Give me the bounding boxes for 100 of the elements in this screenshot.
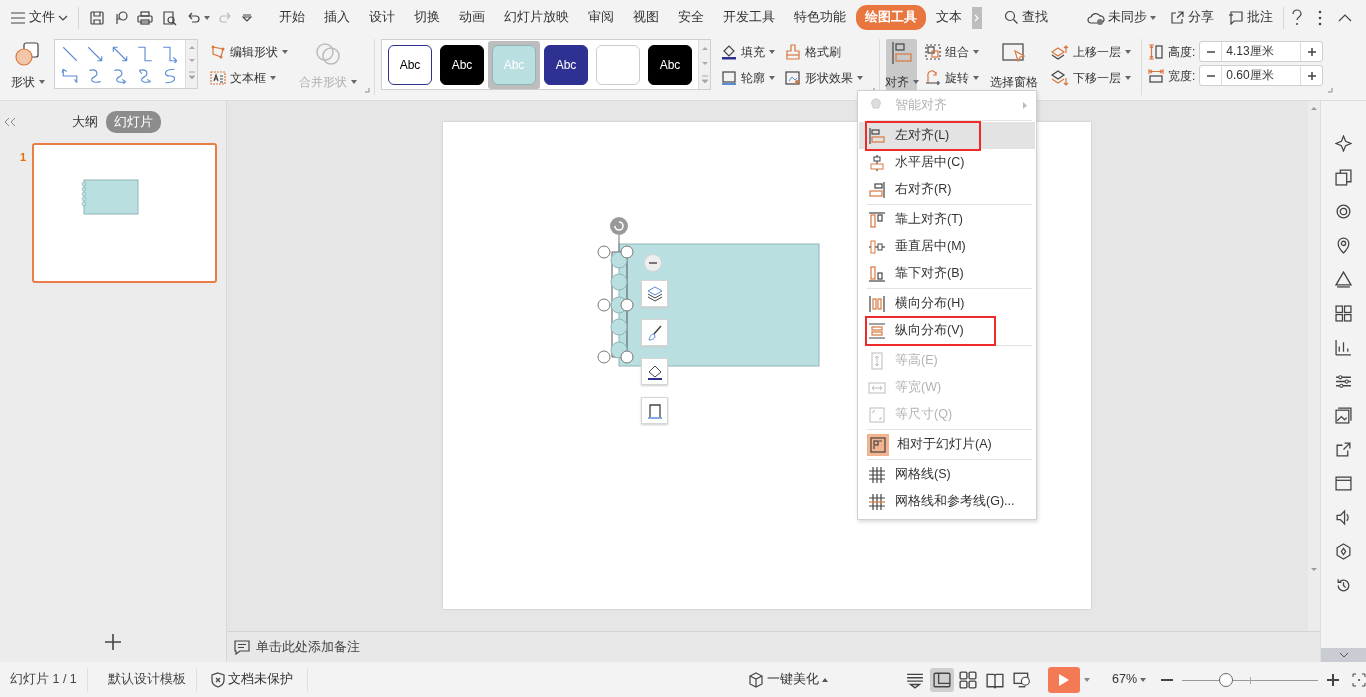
ring-icon[interactable] bbox=[1335, 203, 1352, 220]
menu-item[interactable]: 纵向分布(V) bbox=[859, 317, 1035, 344]
vertical-scrollbar[interactable] bbox=[1308, 101, 1320, 631]
elbow-connector-icon[interactable] bbox=[136, 45, 155, 63]
speaker-icon[interactable] bbox=[1335, 509, 1352, 526]
shapes-button[interactable]: 形状 bbox=[6, 39, 50, 93]
ribbon-tab[interactable]: 切换 bbox=[405, 5, 449, 30]
copy-icon[interactable] bbox=[1335, 169, 1352, 186]
edit-shape-button[interactable]: 编辑形状 bbox=[208, 41, 290, 63]
shape-style-swatch[interactable]: Abc bbox=[440, 44, 484, 85]
arrow-icon[interactable] bbox=[85, 45, 104, 63]
sparkle-icon[interactable] bbox=[1335, 135, 1352, 152]
resize-handle[interactable] bbox=[597, 245, 611, 259]
resize-handle[interactable] bbox=[620, 350, 634, 364]
circle-shape[interactable] bbox=[610, 318, 628, 336]
history-icon[interactable] bbox=[1335, 577, 1352, 594]
notes-hint[interactable]: 单击此处添加备注 bbox=[256, 637, 360, 657]
resize-handle[interactable] bbox=[597, 350, 611, 364]
rotate-button[interactable]: 旋转 bbox=[923, 67, 981, 89]
align-button[interactable]: 对齐 bbox=[886, 39, 917, 93]
menu-item[interactable]: 网格线和参考线(G)... bbox=[859, 488, 1035, 515]
zoom-slider[interactable] bbox=[1181, 672, 1319, 687]
menu-item[interactable]: 相对于幻灯片(A) bbox=[859, 431, 1035, 458]
menu-item[interactable]: 靠下对齐(B) bbox=[859, 260, 1035, 287]
collapse-icon[interactable] bbox=[1338, 13, 1352, 22]
add-slide-icon[interactable] bbox=[104, 633, 122, 651]
menu-item[interactable]: 右对齐(R) bbox=[859, 176, 1035, 203]
share-icon[interactable] bbox=[1335, 441, 1352, 458]
help-icon[interactable] bbox=[1290, 8, 1304, 27]
outline-button[interactable] bbox=[641, 397, 668, 424]
share-button[interactable]: 分享 bbox=[1166, 6, 1218, 29]
double-arrow-icon[interactable] bbox=[111, 45, 129, 63]
hexagon-icon[interactable] bbox=[1335, 543, 1352, 560]
format-painter-button[interactable]: 格式刷 bbox=[783, 41, 865, 63]
image-icon[interactable] bbox=[1335, 407, 1352, 424]
slideshow-button[interactable] bbox=[1048, 666, 1081, 693]
ribbon-tab[interactable]: 开发工具 bbox=[714, 5, 784, 30]
bring-forward-button[interactable]: 上移一层 bbox=[1049, 41, 1133, 63]
ribbon-tab[interactable]: 插入 bbox=[315, 5, 359, 30]
panel-icon[interactable] bbox=[1335, 475, 1352, 492]
beautify-button[interactable]: 一键美化 bbox=[744, 668, 833, 691]
resize-handle[interactable] bbox=[597, 298, 611, 312]
menu-item[interactable]: 左对齐(L) bbox=[859, 122, 1035, 149]
more-icon[interactable] bbox=[1318, 9, 1322, 26]
shape-style-swatch[interactable]: Abc bbox=[388, 44, 432, 85]
fill-button[interactable] bbox=[641, 358, 668, 385]
template-name[interactable]: 默认设计模板 bbox=[107, 670, 186, 689]
sliders-icon[interactable] bbox=[1335, 373, 1352, 390]
menu-item[interactable]: 靠上对齐(T) bbox=[859, 206, 1035, 233]
ribbon-tab[interactable]: 视图 bbox=[624, 5, 668, 30]
slide-thumbnail[interactable] bbox=[32, 143, 218, 283]
triangle-icon[interactable] bbox=[1335, 271, 1352, 288]
height-spinner[interactable]: 4.13厘米 bbox=[1199, 41, 1324, 62]
comments-button[interactable]: 批注 bbox=[1224, 6, 1277, 29]
curved-arrow-icon[interactable] bbox=[111, 67, 129, 85]
ribbon-tab[interactable]: 文本 bbox=[927, 5, 971, 30]
ribbon-tab[interactable]: 设计 bbox=[360, 5, 404, 30]
line-icon[interactable] bbox=[60, 45, 79, 63]
shape-style-swatch[interactable]: Abc bbox=[544, 44, 588, 85]
search-button[interactable]: 查找 bbox=[1000, 6, 1052, 29]
layers-button[interactable] bbox=[641, 280, 668, 307]
outline-button[interactable]: 轮廓 bbox=[719, 67, 777, 89]
fill-button[interactable]: 填充 bbox=[719, 41, 777, 63]
menu-item[interactable]: 网格线(S) bbox=[859, 461, 1035, 488]
collapse-panel-icon[interactable] bbox=[4, 117, 16, 127]
ribbon-tab[interactable]: 特色功能 bbox=[785, 5, 855, 30]
elbow-arrow-icon[interactable] bbox=[161, 45, 180, 63]
menu-item[interactable]: 横向分布(H) bbox=[859, 290, 1035, 317]
shape-style-swatch[interactable]: Abc bbox=[648, 44, 692, 85]
bar-chart-icon[interactable] bbox=[1335, 339, 1352, 356]
ribbon-tab[interactable]: 动画 bbox=[450, 5, 494, 30]
group-button[interactable]: 组合 bbox=[923, 41, 981, 63]
sync-button[interactable]: 未同步 bbox=[1083, 6, 1160, 29]
slider-thumb[interactable] bbox=[1218, 672, 1233, 687]
scroll-right-icon[interactable] bbox=[972, 6, 982, 29]
ribbon-tab[interactable]: 安全 bbox=[669, 5, 713, 30]
file-menu-button[interactable]: 文件 bbox=[6, 6, 72, 29]
text-box-button[interactable]: 文本框 bbox=[208, 67, 290, 89]
rotate-handle[interactable] bbox=[610, 217, 628, 253]
shape-effects-button[interactable]: 形状效果 bbox=[783, 67, 865, 89]
menu-item[interactable]: 水平居中(C) bbox=[859, 149, 1035, 176]
circle-shape[interactable] bbox=[610, 273, 628, 291]
menu-item[interactable]: 垂直居中(M) bbox=[859, 233, 1035, 260]
protection-button[interactable]: 文档未保护 bbox=[206, 668, 297, 691]
elbow-double-arrow-icon[interactable] bbox=[60, 67, 79, 85]
ribbon-tab[interactable]: 开始 bbox=[270, 5, 314, 30]
ribbon-tab[interactable]: 审阅 bbox=[579, 5, 623, 30]
fit-window-icon[interactable] bbox=[1352, 672, 1366, 687]
width-spinner[interactable]: 0.60厘米 bbox=[1199, 65, 1324, 86]
zoom-level-button[interactable]: 67% bbox=[1108, 668, 1151, 691]
panel-tab[interactable]: 大纲 bbox=[64, 110, 106, 134]
circle-shape[interactable] bbox=[610, 251, 628, 269]
zoom-in-icon[interactable] bbox=[1326, 672, 1341, 687]
grid-icon[interactable] bbox=[1335, 305, 1352, 322]
resize-handle[interactable] bbox=[620, 245, 634, 259]
shape-style-swatch[interactable] bbox=[596, 44, 640, 85]
pin-icon[interactable] bbox=[1335, 237, 1352, 254]
shape-style-button[interactable] bbox=[641, 319, 668, 346]
selection-pane-button[interactable]: 选择窗格 bbox=[987, 39, 1041, 93]
resize-handle[interactable] bbox=[620, 298, 634, 312]
